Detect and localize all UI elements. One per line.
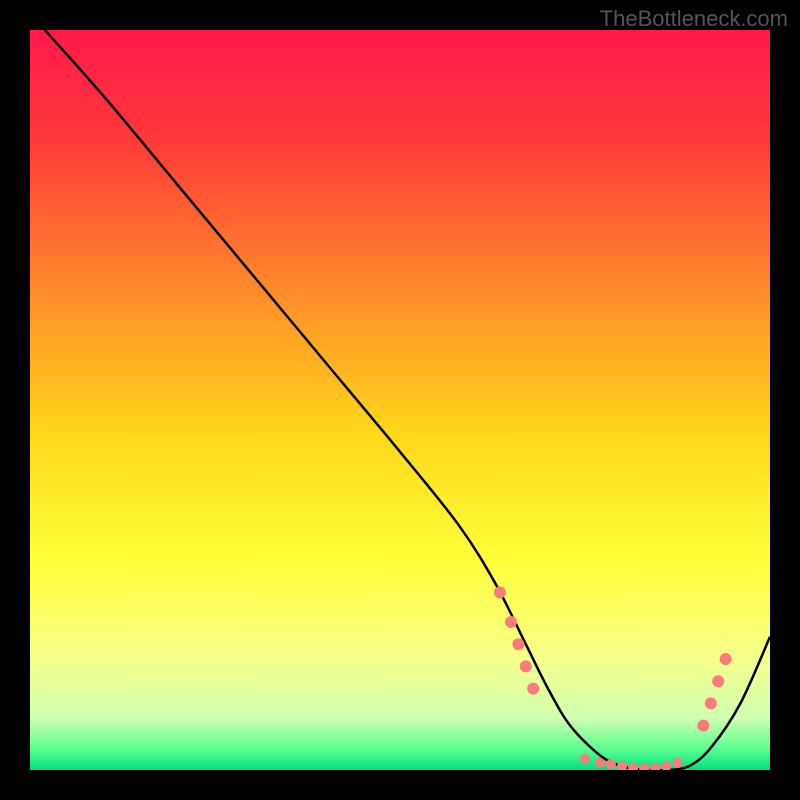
plot-area (30, 30, 770, 770)
data-marker (494, 586, 506, 598)
data-marker (720, 653, 732, 665)
bottleneck-curve (45, 30, 770, 770)
chart-frame (30, 30, 770, 770)
data-marker (712, 675, 724, 687)
data-marker (639, 764, 649, 770)
data-marker (650, 763, 660, 770)
data-marker (520, 660, 532, 672)
data-marker (505, 616, 517, 628)
watermark-text: TheBottleneck.com (600, 6, 788, 32)
data-marker (606, 759, 616, 769)
data-marker (628, 763, 638, 770)
data-marker (595, 758, 605, 768)
data-marker (697, 720, 709, 732)
curve-layer (30, 30, 770, 770)
data-marker (580, 754, 590, 764)
data-markers (494, 586, 732, 770)
data-marker (617, 761, 627, 770)
data-marker (705, 697, 717, 709)
data-marker (661, 761, 671, 770)
data-marker (673, 758, 683, 768)
data-marker (512, 638, 524, 650)
data-marker (527, 683, 539, 695)
